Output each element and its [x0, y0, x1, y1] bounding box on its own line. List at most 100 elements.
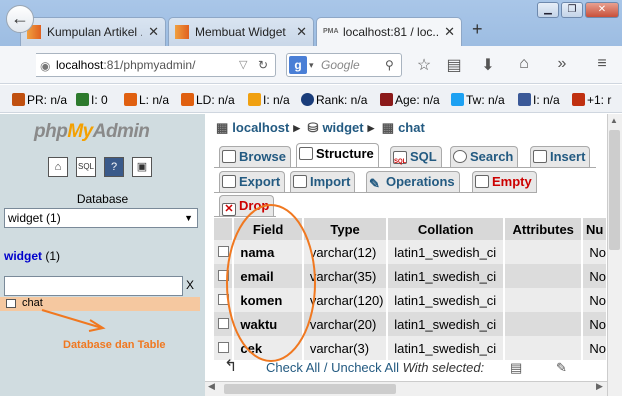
table-icon: ▦: [381, 120, 395, 135]
home-icon[interactable]: ⌂: [48, 157, 68, 177]
google-icon: g: [289, 56, 307, 74]
phpmyadmin-logo[interactable]: phpMyAdmin: [34, 121, 150, 143]
arrow-left-up-icon: ↰: [224, 358, 238, 375]
breadcrumb-table[interactable]: chat: [398, 120, 425, 135]
rank-icon: [301, 93, 314, 106]
search-box[interactable]: g ▾ Google ⚲: [286, 53, 402, 77]
addon-twitter[interactable]: Tw: n/a: [451, 93, 505, 107]
addon-index[interactable]: I: 0: [76, 93, 108, 107]
back-arrow-icon: ←: [11, 8, 29, 28]
tab-insert[interactable]: Insert: [530, 146, 591, 168]
url-bar[interactable]: ◉ localhost:81/phpmyadmin/ ▽ ↻: [36, 53, 276, 77]
annotation-ellipse: [226, 204, 316, 362]
database-link[interactable]: widget (1): [4, 249, 60, 263]
annotation-label: Database dan Table: [63, 339, 166, 351]
clear-filter-button[interactable]: X: [186, 278, 194, 292]
structure-icon: [299, 147, 313, 160]
addon-indexed[interactable]: I: n/a: [248, 93, 290, 107]
new-tab-button[interactable]: +: [472, 19, 483, 40]
overflow-chevron-icon[interactable]: »: [552, 55, 572, 73]
addon-linking-domains[interactable]: LD: n/a: [181, 93, 235, 107]
index-icon: [76, 93, 89, 106]
reload-icon[interactable]: ↻: [258, 54, 268, 76]
minimize-button[interactable]: ▁: [537, 2, 559, 18]
pma-favicon-icon: PMA: [323, 28, 339, 35]
page-favicon-icon: [175, 25, 189, 39]
tab-import[interactable]: Import: [290, 171, 356, 193]
magnifier-icon[interactable]: ⚲: [385, 54, 394, 76]
import-icon: [293, 175, 307, 188]
close-window-button[interactable]: ✕: [585, 2, 619, 18]
facebook-icon: [518, 93, 531, 106]
twitter-icon: [451, 93, 464, 106]
browse-icon: [222, 150, 236, 163]
breadcrumb-server[interactable]: localhost: [232, 120, 289, 135]
addon-links[interactable]: L: n/a: [124, 93, 169, 107]
check-all-link[interactable]: Check All: [266, 360, 320, 375]
home-icon[interactable]: ⌂: [514, 55, 534, 73]
globe-icon: ◉: [40, 59, 51, 73]
tab-structure[interactable]: Structure: [296, 143, 379, 168]
table-filter-input[interactable]: [4, 276, 183, 296]
addon-age[interactable]: Age: n/a: [380, 93, 440, 107]
insert-icon: [533, 150, 547, 163]
dropdown-arrow-icon[interactable]: ▽: [239, 54, 247, 76]
addon-rank[interactable]: Rank: n/a: [301, 93, 367, 107]
browser-tab-2[interactable]: Membuat Widget ... ✕: [168, 17, 314, 46]
browse-selected-icon[interactable]: ▤: [510, 360, 522, 376]
database-label: Database: [76, 192, 129, 206]
col-header-null[interactable]: Nu: [582, 218, 608, 240]
sql-query-icon[interactable]: SQL: [76, 157, 96, 177]
edit-selected-icon[interactable]: ✎: [556, 360, 567, 376]
addon-facebook[interactable]: I: n/a: [518, 93, 560, 107]
browser-tab-active[interactable]: PMA localhost:81 / loc... ✕: [316, 17, 462, 46]
database-icon: ⛁: [307, 120, 319, 135]
dropdown-arrow-icon: ▼: [184, 213, 193, 223]
tab-operations[interactable]: ✎ Operations: [366, 171, 460, 193]
indexed-icon: [248, 93, 261, 106]
close-tab-icon[interactable]: ✕: [148, 24, 159, 40]
vertical-scroll-thumb[interactable]: [609, 130, 620, 250]
tab-browse[interactable]: Browse: [219, 146, 291, 168]
tab-sql[interactable]: SQL SQL: [390, 146, 442, 168]
col-header-attributes[interactable]: Attributes: [504, 218, 584, 240]
scroll-up-icon[interactable]: ▲: [610, 116, 618, 125]
back-button[interactable]: ←: [6, 5, 34, 33]
addon-google-plus[interactable]: +1: r: [572, 93, 611, 107]
search-icon: [453, 150, 467, 163]
dropdown-arrow-icon[interactable]: ▾: [309, 54, 314, 76]
sql-icon: SQL: [393, 151, 407, 165]
menu-icon[interactable]: ≡: [592, 55, 612, 73]
documentation-icon[interactable]: ▣: [132, 157, 152, 177]
operations-icon: ✎: [369, 176, 380, 191]
close-tab-icon[interactable]: ✕: [296, 24, 307, 40]
col-header-collation[interactable]: Collation: [387, 218, 506, 240]
server-icon: ▦: [216, 120, 229, 135]
tab-export[interactable]: Export: [219, 171, 286, 193]
database-select[interactable]: widget (1) ▼: [4, 208, 198, 228]
maximize-button[interactable]: ❐: [561, 2, 583, 18]
linking-domains-icon: [181, 93, 194, 106]
bookmark-star-icon[interactable]: ☆: [414, 55, 434, 75]
addon-pr[interactable]: PR: n/a: [12, 93, 67, 107]
scroll-right-icon[interactable]: ▶: [596, 381, 603, 392]
links-icon: [124, 93, 137, 106]
horizontal-scroll-thumb[interactable]: [224, 384, 396, 394]
uncheck-all-link[interactable]: Uncheck All: [331, 360, 399, 375]
reading-list-icon[interactable]: ▤: [444, 55, 464, 75]
annotation-arrow: [41, 309, 106, 332]
tab-empty[interactable]: Empty: [472, 171, 537, 193]
scroll-left-icon[interactable]: ◀: [208, 381, 215, 392]
export-icon: [222, 175, 236, 188]
google-plus-icon: [572, 93, 585, 106]
check-all-bar: ↰ Check All / Uncheck All With selected:…: [224, 358, 567, 376]
pagerank-icon: [12, 93, 25, 106]
download-icon[interactable]: ⬇: [478, 55, 498, 75]
help-icon[interactable]: ?: [104, 157, 124, 177]
age-icon: [380, 93, 393, 106]
breadcrumb-database[interactable]: widget: [322, 120, 363, 135]
tab-search[interactable]: Search: [450, 146, 519, 168]
close-tab-icon[interactable]: ✕: [444, 24, 455, 40]
browser-tab-1[interactable]: Kumpulan Artikel ... ✕: [20, 17, 166, 46]
breadcrumb: ▦ localhost ▸ ⛁ widget ▸ ▦ chat: [216, 120, 425, 135]
